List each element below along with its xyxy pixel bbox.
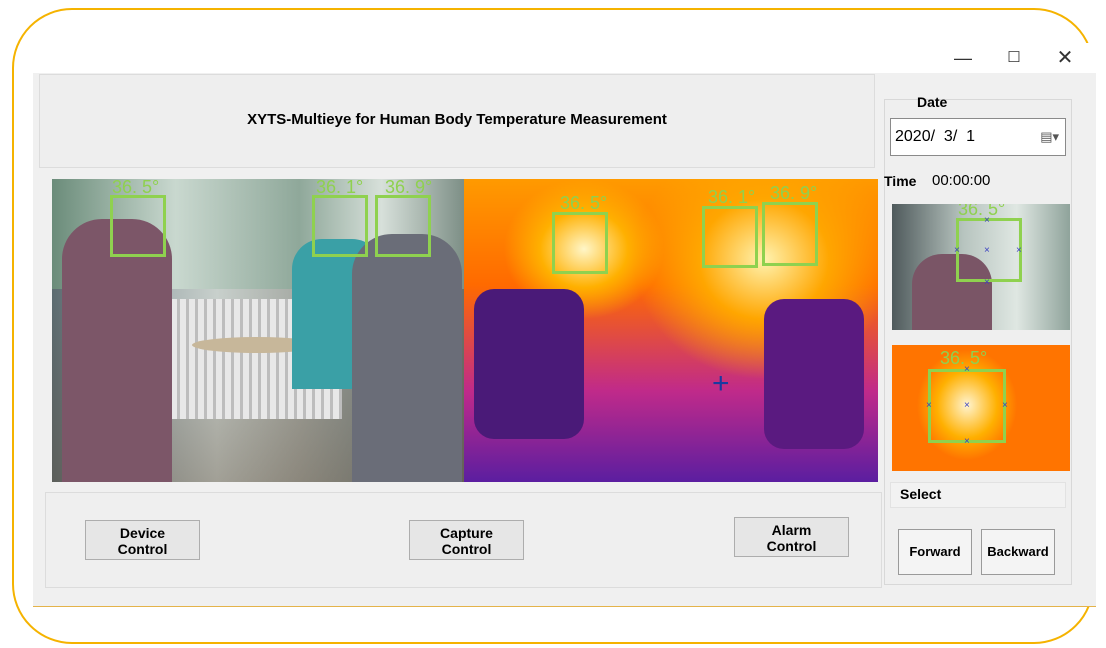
chair	[474, 289, 584, 439]
temp-label: 36. 5°	[958, 204, 1006, 219]
date-value: 2020/ 3/ 1	[895, 128, 976, 145]
landmark-mark: ×	[964, 364, 970, 375]
face-box	[110, 195, 166, 257]
controls-panel: Device Control Capture Control Alarm Con…	[45, 492, 882, 588]
thermal-snapshot-thumbnail: 36. 5° × × × × ×	[892, 345, 1070, 471]
landmark-mark: ×	[954, 245, 960, 256]
capture-control-button[interactable]: Capture Control	[409, 520, 524, 560]
landmark-mark: ×	[926, 400, 932, 411]
time-value: 00:00:00	[932, 172, 991, 189]
select-label: Select	[900, 486, 942, 502]
app-title: XYTS-Multieye for Human Body Temperature…	[247, 111, 667, 128]
landmark-mark: ×	[984, 277, 990, 288]
select-bar: Select	[890, 482, 1066, 508]
face-box	[702, 206, 758, 268]
maximize-button[interactable]: ☐	[999, 47, 1029, 69]
temp-label: 36. 5°	[560, 193, 608, 213]
date-label: Date	[917, 94, 948, 110]
header-panel: XYTS-Multieye for Human Body Temperature…	[39, 74, 875, 168]
minimize-button[interactable]: —	[948, 47, 978, 69]
temp-label: 36. 1°	[316, 179, 364, 197]
landmark-mark: ×	[1016, 245, 1022, 256]
landmark-mark: ×	[964, 400, 970, 411]
temp-label: 36. 5°	[112, 179, 160, 197]
landmark-mark: ×	[984, 245, 990, 256]
landmark-mark: ×	[984, 215, 990, 226]
person-1	[62, 219, 172, 482]
alarm-control-button[interactable]: Alarm Control	[734, 517, 849, 557]
date-picker[interactable]: 2020/ 3/ 1 ▤▾	[890, 118, 1066, 156]
title-bar: — ☐ ✕	[33, 43, 1096, 73]
video-panel: 36. 5° 36. 1° 36. 9° + 36. 5° 36. 1° 36.…	[52, 179, 878, 482]
person-3	[352, 234, 462, 482]
face-box	[762, 202, 818, 266]
face-box	[375, 195, 431, 257]
rgb-camera-view: 36. 5° 36. 1° 36. 9°	[52, 179, 464, 482]
landmark-mark: ×	[1002, 400, 1008, 411]
forward-button[interactable]: Forward	[898, 529, 972, 575]
sidebar: Date 2020/ 3/ 1 ▤▾ Time 00:00:00 36. 5° …	[884, 94, 1072, 585]
time-label: Time	[884, 173, 917, 189]
temp-label: 36. 9°	[770, 183, 818, 203]
thermal-camera-view: + 36. 5° 36. 1° 36. 9°	[464, 179, 878, 482]
backward-button[interactable]: Backward	[981, 529, 1055, 575]
chair	[764, 299, 864, 449]
temp-label: 36. 1°	[708, 187, 756, 207]
temp-label: 36. 9°	[385, 179, 433, 197]
device-control-button[interactable]: Device Control	[85, 520, 200, 560]
face-box	[312, 195, 368, 257]
app-window: — ☐ ✕ XYTS-Multieye for Human Body Tempe…	[33, 43, 1096, 607]
crosshair-icon: +	[712, 367, 730, 400]
calendar-dropdown-icon[interactable]: ▤▾	[1040, 119, 1059, 155]
landmark-mark: ×	[964, 436, 970, 447]
close-button[interactable]: ✕	[1050, 47, 1080, 69]
rgb-snapshot-thumbnail: 36. 5° × × × × ×	[892, 204, 1070, 330]
face-box	[552, 212, 608, 274]
